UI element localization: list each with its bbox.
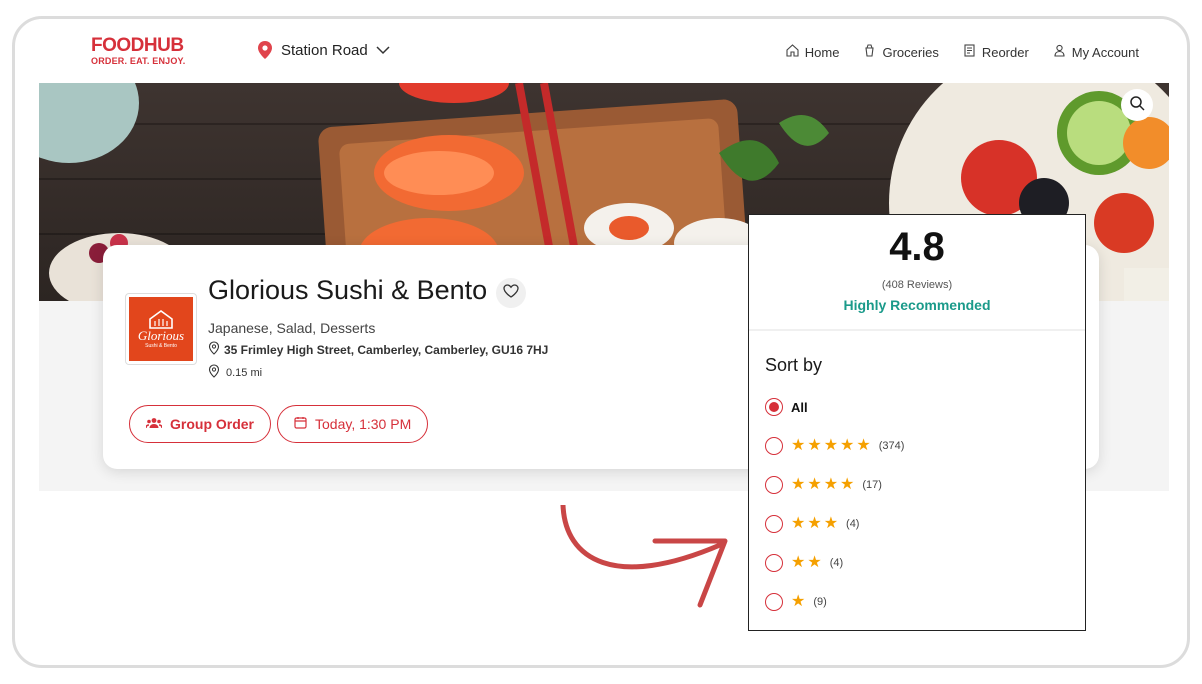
option-count: (374) bbox=[878, 440, 905, 452]
recommendation-label: Highly Recommended bbox=[843, 297, 991, 313]
grocery-icon bbox=[863, 44, 876, 60]
star-icon: ★ bbox=[791, 593, 806, 610]
nav-home-label: Home bbox=[804, 44, 840, 60]
home-icon bbox=[786, 44, 799, 60]
address-text: 35 Frimley High Street, Camberley, Cambe… bbox=[224, 342, 549, 357]
restaurant-name: Glorious Sushi & Bento bbox=[208, 275, 488, 305]
location-selector[interactable]: Station Road bbox=[257, 41, 390, 59]
rating-score: 4.8 bbox=[889, 225, 945, 269]
logo-tagline: ORDER. EAT. ENJOY. bbox=[91, 56, 186, 66]
nav-groceries[interactable]: Groceries bbox=[863, 44, 939, 60]
star-icon: ★ bbox=[840, 476, 855, 493]
nav-links: Home Groceries Reorder My Account bbox=[786, 44, 1139, 60]
distance-icon bbox=[208, 364, 220, 381]
star-icon: ★ bbox=[791, 554, 806, 571]
radio-button[interactable] bbox=[765, 554, 783, 572]
sort-option-3-stars[interactable]: ★ ★ ★ (4) bbox=[765, 514, 859, 534]
location-label: Station Road bbox=[281, 41, 368, 59]
sort-option-all[interactable]: All bbox=[765, 397, 808, 417]
reorder-icon bbox=[963, 44, 976, 60]
restaurant-logo-subtext: Sushi & Bento bbox=[145, 343, 177, 349]
star-icon: ★ bbox=[807, 476, 822, 493]
chevron-down-icon bbox=[376, 45, 390, 55]
foodhub-logo[interactable]: FOODHUB ORDER. EAT. ENJOY. bbox=[91, 35, 186, 66]
star-icon: ★ bbox=[807, 554, 822, 571]
reviews-sort-panel: 4.8 (408 Reviews) Highly Recommended Sor… bbox=[748, 214, 1086, 631]
restaurant-logo-text: Glorious bbox=[137, 328, 185, 343]
sort-option-label: All bbox=[791, 399, 808, 415]
star-rating: ★ ★ ★ ★ bbox=[791, 477, 854, 493]
panel-divider bbox=[749, 329, 1085, 331]
user-icon bbox=[1053, 44, 1066, 60]
location-outline-icon bbox=[208, 341, 220, 358]
top-navbar: FOODHUB ORDER. EAT. ENJOY. Station Road … bbox=[39, 19, 1169, 83]
search-button[interactable] bbox=[1121, 89, 1153, 121]
star-rating: ★ ★ bbox=[791, 555, 822, 571]
nav-reorder[interactable]: Reorder bbox=[963, 44, 1029, 60]
favourite-button[interactable] bbox=[496, 278, 526, 308]
star-icon: ★ bbox=[791, 437, 806, 454]
radio-button[interactable] bbox=[765, 593, 783, 611]
restaurant-address: 35 Frimley High Street, Camberley, Cambe… bbox=[208, 341, 548, 358]
star-icon: ★ bbox=[823, 476, 839, 493]
star-icon: ★ bbox=[807, 437, 822, 454]
restaurant-logo: Glorious Sushi & Bento bbox=[125, 293, 197, 365]
sort-option-2-stars[interactable]: ★ ★ (4) bbox=[765, 553, 843, 573]
star-icon: ★ bbox=[807, 515, 822, 532]
nav-my-account[interactable]: My Account bbox=[1053, 44, 1139, 60]
option-count: (4) bbox=[846, 518, 860, 530]
sort-option-4-stars[interactable]: ★ ★ ★ ★ (17) bbox=[765, 475, 882, 495]
review-count: (408 Reviews) bbox=[881, 279, 953, 291]
radio-button[interactable] bbox=[765, 515, 783, 533]
star-icon: ★ bbox=[791, 515, 806, 532]
restaurant-cuisines: Japanese, Salad, Desserts bbox=[208, 320, 376, 336]
sort-by-title: Sort by bbox=[765, 355, 823, 375]
radio-button[interactable] bbox=[765, 398, 783, 416]
screenshot-frame: FOODHUB ORDER. EAT. ENJOY. Station Road … bbox=[12, 16, 1190, 668]
radio-button[interactable] bbox=[765, 476, 783, 494]
search-icon bbox=[1129, 95, 1145, 116]
logo-wordmark: FOODHUB bbox=[91, 35, 184, 56]
house-icon bbox=[149, 310, 173, 329]
group-icon bbox=[145, 416, 163, 432]
location-pin-icon bbox=[257, 41, 273, 59]
calendar-icon bbox=[294, 416, 307, 432]
option-count: (9) bbox=[813, 596, 827, 608]
schedule-time-label: Today, 1:30 PM bbox=[315, 416, 412, 432]
radio-button[interactable] bbox=[765, 437, 783, 455]
nav-my-account-label: My Account bbox=[1071, 44, 1139, 60]
star-icon: ★ bbox=[823, 437, 839, 454]
heart-icon bbox=[503, 283, 519, 303]
star-icon: ★ bbox=[856, 437, 871, 454]
nav-groceries-label: Groceries bbox=[882, 44, 939, 60]
restaurant-distance: 0.15 mi bbox=[208, 364, 262, 381]
distance-text: 0.15 mi bbox=[226, 366, 263, 379]
star-icon: ★ bbox=[840, 437, 855, 454]
star-rating: ★ ★ ★ bbox=[791, 516, 838, 532]
option-count: (17) bbox=[862, 479, 882, 491]
star-rating: ★ ★ ★ ★ ★ bbox=[791, 438, 871, 454]
nav-home[interactable]: Home bbox=[786, 44, 840, 60]
star-icon: ★ bbox=[823, 515, 839, 532]
star-icon: ★ bbox=[791, 476, 806, 493]
star-rating: ★ bbox=[791, 594, 805, 610]
nav-reorder-label: Reorder bbox=[981, 44, 1029, 60]
sort-option-1-star[interactable]: ★ (9) bbox=[765, 592, 827, 612]
group-order-label: Group Order bbox=[170, 416, 255, 432]
group-order-button[interactable]: Group Order bbox=[129, 405, 272, 443]
option-count: (4) bbox=[829, 557, 844, 569]
schedule-time-button[interactable]: Today, 1:30 PM bbox=[277, 405, 429, 443]
sort-option-5-stars[interactable]: ★ ★ ★ ★ ★ (374) bbox=[765, 436, 904, 456]
annotation-arrow bbox=[560, 505, 728, 608]
